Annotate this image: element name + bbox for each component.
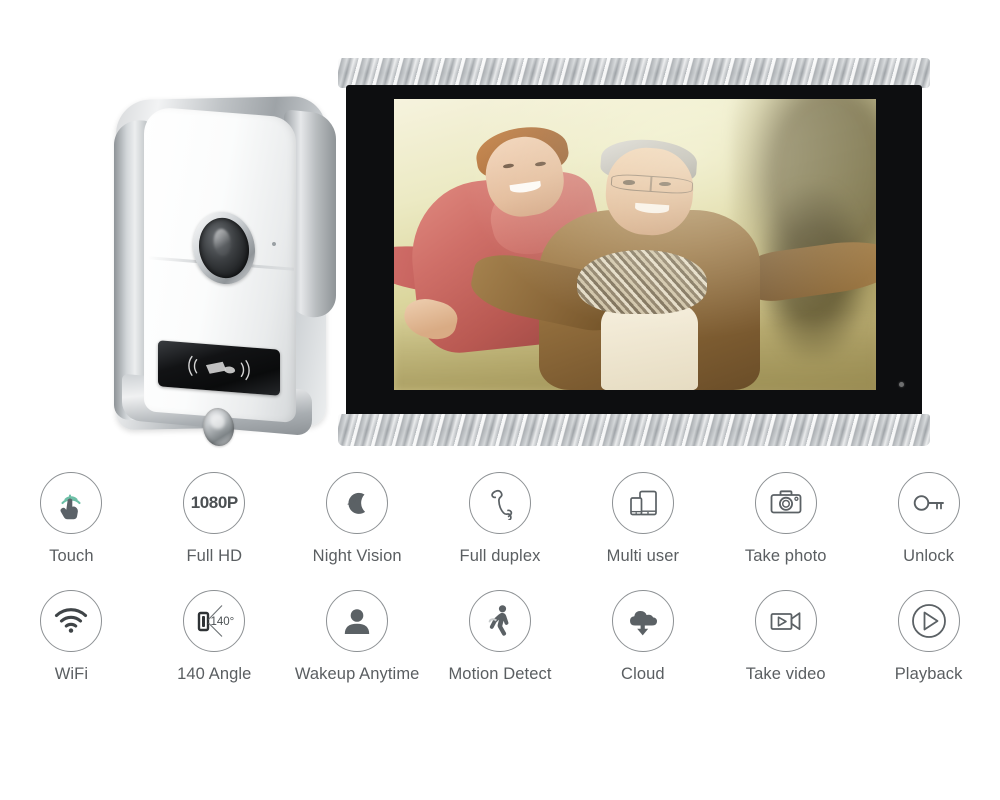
feature-icon-circle	[469, 472, 531, 534]
feature-grid: Touch 1080P Full HD Night Vision Full du…	[0, 472, 1000, 686]
feature-icon-circle	[611, 472, 674, 534]
feature-label: Motion Detect	[448, 664, 552, 683]
play-circle-icon	[911, 603, 946, 638]
power-led	[899, 382, 904, 387]
feature-label: Take video	[745, 664, 826, 683]
feature-icon-circle	[897, 589, 960, 652]
video-camera-icon	[770, 612, 801, 630]
feature-label: Playback	[894, 664, 963, 683]
camera-lens-glint	[213, 228, 232, 257]
feature-label: WiFi	[54, 664, 89, 683]
product-feature-page: Touch 1080P Full HD Night Vision Full du…	[0, 0, 1000, 800]
feature-label: Multi user	[606, 547, 680, 565]
feature-item-unlock[interactable]: Unlock	[857, 472, 1000, 568]
feature-label: Full duplex	[459, 547, 541, 565]
feature-item-multi-user[interactable]: Multi user	[571, 472, 714, 568]
cloud-download-icon	[629, 610, 657, 636]
feature-label: Take photo	[744, 547, 827, 565]
feature-icon-circle	[326, 589, 389, 652]
feature-item-night-vision[interactable]: Night Vision	[286, 472, 429, 568]
rfid-card-swipe-icon	[188, 355, 250, 381]
microphone-hole	[272, 241, 276, 247]
feature-label: 140 Angle	[177, 664, 252, 683]
feature-row-2: WiFi 140° 140 Angle Wakeup Anytime Motio…	[0, 589, 1000, 686]
screen-photo-elderly-couple	[394, 99, 876, 390]
feature-item-motion-detect[interactable]: Motion Detect	[429, 589, 572, 686]
touch-gesture-icon	[60, 494, 81, 520]
feature-item-full-duplex[interactable]: Full duplex	[429, 472, 572, 568]
feature-icon-circle: 1080P	[183, 472, 246, 534]
feature-icon-circle	[897, 472, 960, 534]
camera-icon	[770, 490, 802, 514]
person-silhouette-icon	[344, 608, 370, 634]
feature-row-1: Touch 1080P Full HD Night Vision Full du…	[0, 472, 1000, 568]
tablet-phone-icon	[630, 490, 657, 516]
feature-label: Night Vision	[312, 547, 402, 565]
feature-item-touch[interactable]: Touch	[0, 472, 143, 568]
feature-icon-circle	[611, 589, 674, 652]
feature-item-angle[interactable]: 140° 140 Angle	[143, 589, 286, 686]
monitor-screen[interactable]	[394, 99, 876, 390]
angle-value-text: 140°	[211, 616, 235, 628]
rfid-card-reader[interactable]	[158, 340, 280, 396]
feature-icon-circle	[40, 589, 103, 652]
indoor-touchscreen-monitor	[338, 58, 930, 446]
moon-stars-icon	[347, 492, 366, 514]
feature-icon-circle	[754, 472, 817, 534]
feature-label: Wakeup Anytime	[294, 664, 420, 683]
feature-item-wakeup[interactable]: Wakeup Anytime	[286, 589, 429, 686]
feature-item-cloud[interactable]: Cloud	[571, 589, 714, 686]
feature-item-wifi[interactable]: WiFi	[0, 589, 143, 686]
feature-label: Cloud	[621, 664, 665, 683]
feature-label: Touch	[49, 547, 94, 565]
outdoor-door-station	[108, 90, 348, 448]
1080p-text-icon: 1080P	[190, 493, 239, 512]
camera-lens-glass	[197, 217, 251, 279]
wifi-icon	[55, 607, 88, 633]
feature-icon-circle	[754, 589, 817, 652]
feature-icon-circle	[40, 472, 103, 534]
feature-icon-circle: 140°	[183, 589, 246, 652]
monitor-bottom-trim	[338, 414, 930, 446]
key-icon	[913, 495, 944, 511]
walking-person-icon	[488, 604, 509, 636]
feature-icon-circle	[469, 589, 531, 652]
feature-item-full-hd[interactable]: 1080P Full HD	[143, 472, 286, 568]
feature-icon-circle	[326, 472, 389, 534]
feature-label: Full HD	[186, 547, 243, 565]
feature-item-take-photo[interactable]: Take photo	[714, 472, 857, 568]
feature-item-playback[interactable]: Playback	[857, 589, 1000, 686]
monitor-top-trim	[338, 58, 930, 88]
feature-label: Unlock	[903, 547, 955, 565]
telephone-handset-icon	[491, 489, 513, 520]
monitor-bezel	[346, 85, 922, 417]
viewing-angle-icon: 140°	[198, 604, 235, 637]
feature-item-take-video[interactable]: Take video	[714, 589, 857, 686]
